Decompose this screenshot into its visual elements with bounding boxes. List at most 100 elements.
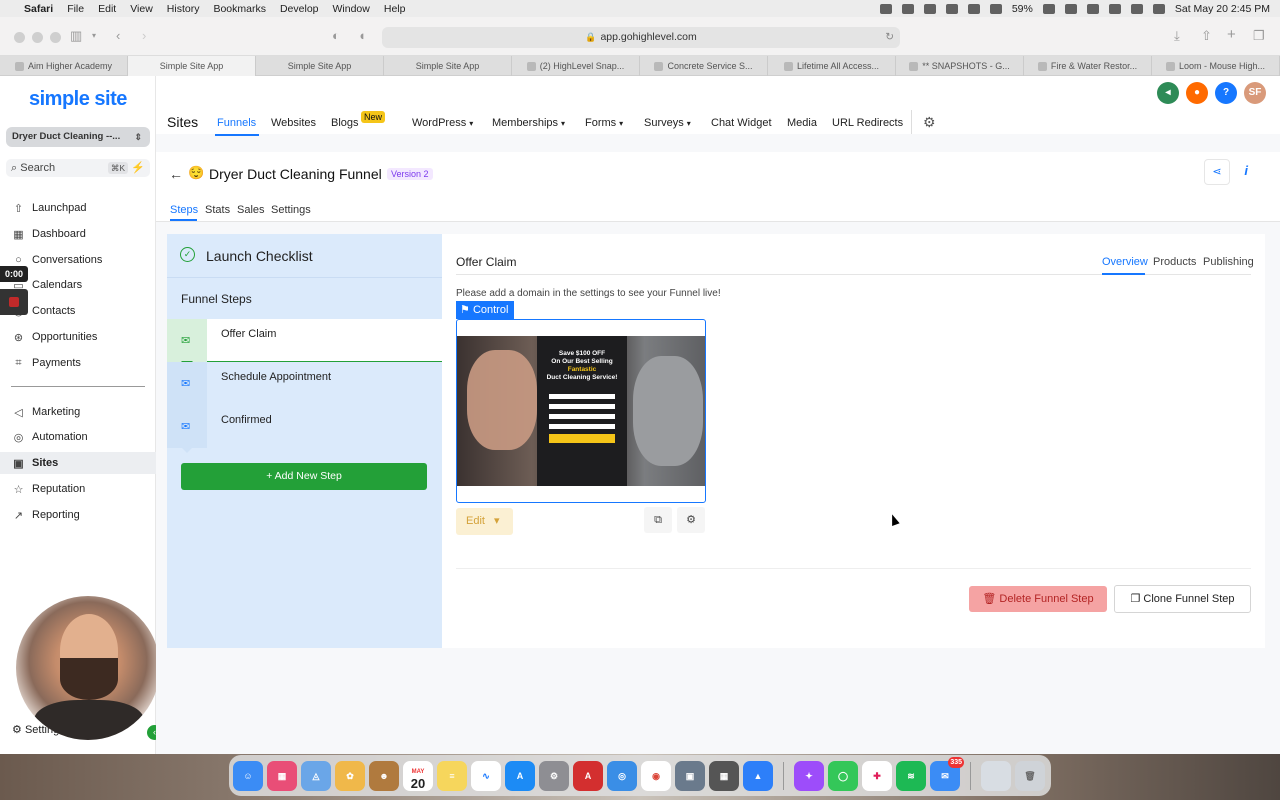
nav-blogs[interactable]: Blogs — [331, 117, 359, 129]
sidebar-chevron-icon[interactable]: ▾ — [92, 31, 96, 40]
version-badge[interactable]: Version 2 — [387, 168, 433, 180]
reload-icon[interactable]: ↻ — [885, 27, 894, 48]
page-preview-thumbnail[interactable]: Save $100 OFF On Our Best Selling Fantas… — [456, 319, 706, 503]
sidebar-item-reporting[interactable]: ↗ Reporting — [0, 504, 156, 526]
keyboard-icon[interactable] — [989, 3, 1002, 14]
launchpad-icon[interactable]: ▦ — [267, 760, 297, 791]
clone-funnel-step-button[interactable]: ❐ Clone Funnel Step — [1114, 585, 1251, 613]
nav-url-redirects[interactable]: URL Redirects — [832, 117, 903, 129]
browser-tab[interactable]: (2) HighLevel Snap... — [512, 56, 640, 76]
acrobat-icon[interactable]: A — [573, 760, 603, 791]
system-settings-icon[interactable]: ⚙ — [539, 760, 569, 791]
mail-app-icon[interactable]: ✉ 335 — [930, 756, 964, 791]
messenger-icon[interactable]: ✦ — [794, 760, 824, 791]
nav-chat-widget[interactable]: Chat Widget — [711, 117, 772, 129]
bluetooth-icon[interactable] — [879, 3, 892, 14]
messages-icon[interactable]: ◯ — [828, 760, 858, 791]
settings-gear-icon[interactable]: ⚙ — [923, 114, 936, 131]
tab-publishing[interactable]: Publishing — [1203, 256, 1254, 268]
menu-window[interactable]: Window — [333, 3, 370, 15]
spotify-icon[interactable]: ≋ — [896, 760, 926, 791]
browser-tab[interactable]: Concrete Service S... — [640, 56, 768, 76]
open-external-icon[interactable]: ⧉ — [644, 507, 672, 533]
share-button[interactable]: ⋖ — [1204, 159, 1230, 185]
play-icon[interactable] — [945, 3, 958, 14]
add-new-step-button[interactable]: + Add New Step — [181, 463, 427, 490]
download-icon[interactable]: ⤓ — [1174, 28, 1180, 44]
menu-help[interactable]: Help — [384, 3, 406, 15]
menu-history[interactable]: History — [167, 3, 200, 15]
sidebar-item-launchpad[interactable]: ⇧ Launchpad — [0, 197, 156, 219]
back-icon[interactable]: ‹ — [116, 28, 120, 43]
info-icon[interactable]: i — [1244, 163, 1248, 178]
launch-checklist[interactable]: ✓ Launch Checklist — [167, 234, 442, 278]
nav-memberships[interactable]: Memberships ▾ — [492, 117, 565, 129]
spotlight-icon[interactable] — [1108, 3, 1121, 14]
sidebar-item-reputation[interactable]: ☆ Reputation — [0, 478, 156, 500]
menu-develop[interactable]: Develop — [280, 3, 319, 15]
forward-icon[interactable]: › — [142, 28, 146, 43]
calendar-app-icon[interactable]: MAY 20 — [403, 760, 433, 791]
tab-steps[interactable]: Steps — [170, 204, 198, 216]
app-logo[interactable]: simple site — [29, 88, 127, 111]
user-icon[interactable] — [1086, 3, 1099, 14]
share-icon[interactable]: ⇧ — [1201, 28, 1212, 44]
browser-tab[interactable]: Loom - Mouse High... — [1152, 56, 1280, 76]
control-center-icon[interactable] — [1130, 3, 1143, 14]
browser-tab[interactable]: Aim Higher Academy — [0, 56, 128, 76]
tab-sales[interactable]: Sales — [237, 204, 265, 216]
calculator-icon[interactable]: ▦ — [709, 760, 739, 791]
wifi-icon[interactable] — [1064, 3, 1077, 14]
nav-media[interactable]: Media — [787, 117, 817, 129]
menu-app-name[interactable]: Safari — [24, 3, 53, 15]
contacts-app-icon[interactable]: ☻ — [369, 760, 399, 791]
recording-stop-button[interactable] — [0, 289, 28, 315]
menu-bookmarks[interactable]: Bookmarks — [213, 3, 266, 15]
help-icon[interactable]: ? — [1215, 82, 1237, 104]
sidebar-item-automation[interactable]: ◎ Automation — [0, 426, 156, 448]
volume-icon[interactable] — [967, 3, 980, 14]
browser-tab[interactable]: Fire & Water Restor... — [1024, 56, 1152, 76]
tab-stats[interactable]: Stats — [205, 204, 230, 216]
browser-tab[interactable]: Lifetime All Access... — [768, 56, 896, 76]
chrome-icon[interactable]: ◉ — [641, 760, 671, 791]
sidebar-toggle-icon[interactable]: ▥ — [70, 28, 82, 44]
zoom-window-button[interactable] — [50, 32, 61, 43]
funnel-step-item[interactable]: ✉ Offer Claim — [167, 319, 442, 367]
tab-products[interactable]: Products — [1153, 256, 1196, 268]
preview-app-icon[interactable]: ▣ — [675, 760, 705, 791]
menubar-clock[interactable]: Sat May 20 2:45 PM — [1175, 3, 1270, 15]
keynote-icon[interactable]: ▲ — [743, 760, 773, 791]
user-avatar[interactable]: SF — [1244, 82, 1266, 104]
account-switcher[interactable]: Dryer Duct Cleaning --... ⇕ — [6, 127, 150, 147]
finder-icon[interactable]: ☺ — [233, 760, 263, 791]
battery-icon[interactable] — [1042, 3, 1055, 14]
new-tab-icon[interactable]: + — [1227, 26, 1236, 43]
funnel-step-item[interactable]: ✉ Confirmed — [167, 405, 442, 453]
sidebar-item-dashboard[interactable]: ▦ Dashboard — [0, 223, 156, 245]
sidebar-item-marketing[interactable]: ◁ Marketing — [0, 401, 156, 423]
edit-dropdown-button[interactable]: Edit ▾ — [456, 508, 513, 535]
shield-icon[interactable]: ◖ — [358, 28, 366, 43]
back-arrow-icon[interactable]: ← — [169, 166, 183, 182]
status-icon[interactable] — [901, 3, 914, 14]
siri-icon[interactable] — [1152, 3, 1165, 14]
freeform-icon[interactable]: ∿ — [471, 760, 501, 791]
close-window-button[interactable] — [14, 32, 25, 43]
trash-icon[interactable]: 🗑 — [1015, 760, 1045, 791]
browser-tab[interactable]: Simple Site App — [256, 56, 384, 76]
slack-icon[interactable]: ✚ — [862, 760, 892, 791]
tab-settings[interactable]: Settings — [271, 204, 311, 216]
nav-forms[interactable]: Forms ▾ — [585, 117, 623, 129]
sidebar-item-sites[interactable]: ▣ Sites — [0, 452, 156, 474]
maps-icon[interactable]: ◬ — [301, 760, 331, 791]
funnel-step-item[interactable]: ✉ Schedule Appointment — [167, 362, 442, 410]
address-bar[interactable]: 🔒 app.gohighlevel.com ↻ — [382, 27, 900, 48]
notification-bell-icon[interactable]: ● — [1186, 82, 1208, 104]
photos-icon[interactable]: ✿ — [335, 760, 365, 791]
delete-funnel-step-button[interactable]: 🗑 Delete Funnel Step — [969, 586, 1107, 612]
sidebar-item-opportunities[interactable]: ⊛ Opportunities — [0, 326, 156, 348]
nav-wordpress[interactable]: WordPress ▾ — [412, 117, 473, 129]
extension-icon[interactable] — [923, 3, 936, 14]
menu-view[interactable]: View — [130, 3, 153, 15]
